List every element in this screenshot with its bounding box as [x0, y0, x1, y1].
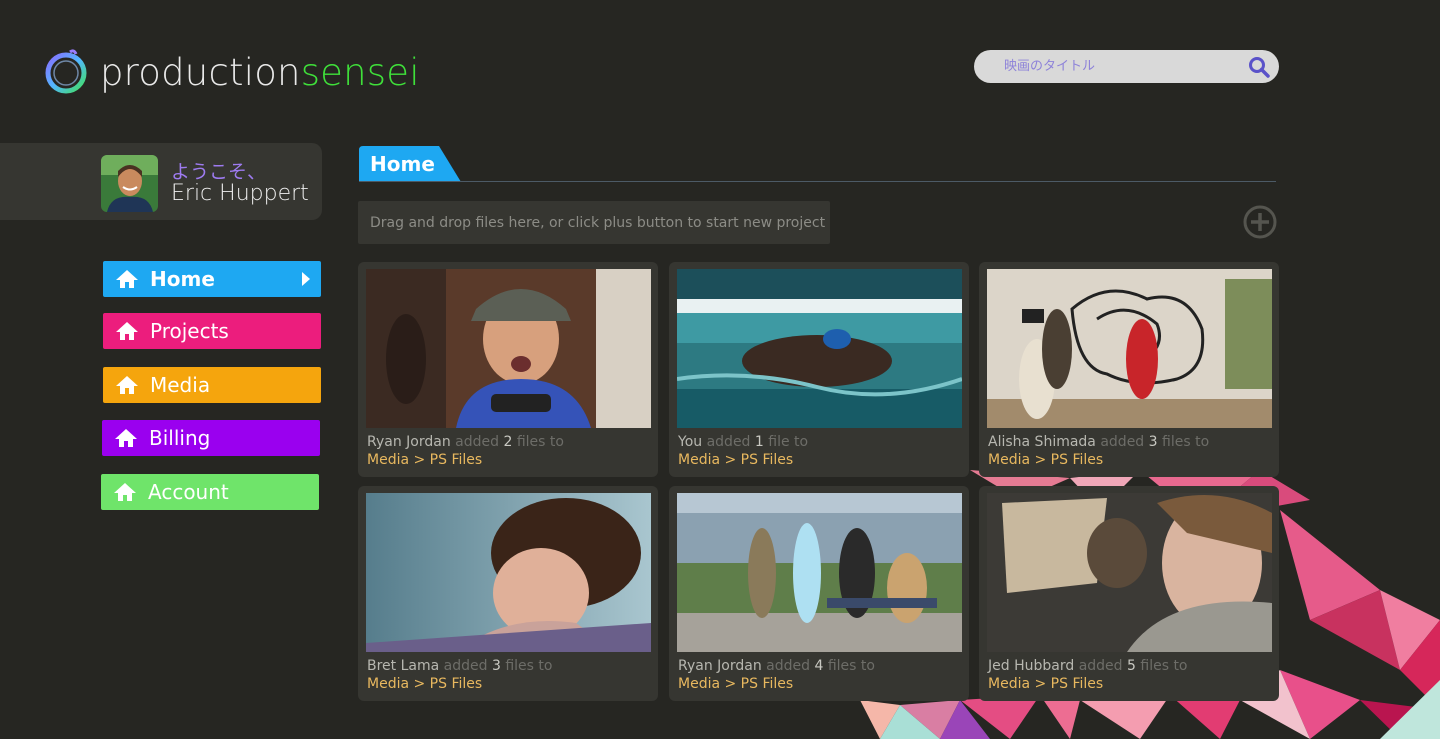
media-thumbnail — [677, 269, 962, 428]
card-added-text: added — [1100, 434, 1145, 450]
card-unit-text: files to — [1140, 658, 1188, 674]
tab-home-label: Home — [370, 152, 435, 176]
search-icon — [1249, 56, 1270, 78]
nav-label-billing: Billing — [149, 426, 211, 450]
card-path-link[interactable]: Media > PS Files — [367, 676, 482, 692]
search-input[interactable] — [974, 50, 1239, 83]
user-name: Eric Huppert — [171, 181, 309, 206]
card-file-count: 3 — [491, 658, 501, 674]
card-user: Ryan Jordan — [367, 434, 451, 450]
home-icon — [115, 429, 137, 447]
card-file-count: 1 — [754, 434, 764, 450]
nav-label-home: Home — [150, 267, 215, 291]
card-file-count: 3 — [1148, 434, 1158, 450]
card-file-count: 2 — [503, 434, 513, 450]
card-path-link[interactable]: Media > PS Files — [678, 452, 793, 468]
card-unit-text: files to — [516, 434, 564, 450]
nav-item-projects[interactable]: Projects — [103, 313, 321, 349]
card-user: Bret Lama — [367, 658, 440, 674]
card-path-link[interactable]: Media > PS Files — [988, 676, 1103, 692]
card-unit-text: files to — [827, 658, 875, 674]
brand-name-part2: sensei — [300, 50, 420, 94]
home-icon — [114, 483, 136, 501]
media-card[interactable]: Ryan Jordan added 2 files to Media > PS … — [358, 262, 658, 477]
nav-label-media: Media — [150, 373, 211, 397]
card-user: Alisha Shimada — [988, 434, 1096, 450]
card-added-text: added — [443, 658, 488, 674]
dropzone-text: Drag and drop files here, or click plus … — [370, 214, 826, 231]
home-icon — [116, 270, 138, 288]
card-user: Ryan Jordan — [678, 658, 762, 674]
card-unit-text: file to — [768, 434, 809, 450]
card-user: Jed Hubbard — [988, 658, 1075, 674]
media-thumbnail — [987, 493, 1272, 652]
card-added-text: added — [1078, 658, 1123, 674]
avatar[interactable] — [101, 155, 158, 212]
home-icon — [116, 322, 138, 340]
card-user: You — [678, 434, 703, 450]
card-added-text: added — [455, 434, 500, 450]
search-bar — [974, 50, 1279, 83]
media-thumbnail — [987, 269, 1272, 428]
brand-name-part1: production — [100, 50, 301, 94]
card-path-link[interactable]: Media > PS Files — [988, 452, 1103, 468]
logo-ring-icon — [45, 49, 87, 94]
media-thumbnail — [366, 493, 651, 652]
welcome-text: ようこそ、 — [171, 161, 267, 183]
brand-name: productionsensei — [100, 54, 420, 91]
plus-circle-icon — [1243, 205, 1277, 239]
card-file-count: 5 — [1127, 658, 1136, 674]
tab-divider — [359, 181, 1276, 182]
home-icon — [116, 376, 138, 394]
nav-item-media[interactable]: Media — [103, 367, 321, 403]
brand-logo[interactable]: productionsensei — [40, 44, 420, 100]
media-card[interactable]: Alisha Shimada added 3 files to Media > … — [979, 262, 1279, 477]
media-card[interactable]: Ryan Jordan added 4 files to Media > PS … — [669, 486, 969, 701]
media-thumbnail — [366, 269, 651, 428]
nav-item-home[interactable]: Home — [103, 261, 321, 297]
caret-right-icon — [302, 272, 310, 286]
add-project-button[interactable] — [1242, 204, 1278, 240]
nav-label-account: Account — [148, 480, 229, 504]
nav-label-projects: Projects — [150, 319, 229, 343]
card-file-count: 4 — [814, 658, 824, 674]
nav-item-billing[interactable]: Billing — [102, 420, 320, 456]
card-unit-text: files to — [505, 658, 553, 674]
dropzone[interactable]: Drag and drop files here, or click plus … — [358, 201, 830, 244]
card-added-text: added — [706, 434, 751, 450]
card-path-link[interactable]: Media > PS Files — [367, 452, 482, 468]
card-unit-text: files to — [1162, 434, 1210, 450]
media-thumbnail — [677, 493, 962, 652]
media-card[interactable]: You added 1 file to Media > PS Files — [669, 262, 969, 477]
card-added-text: added — [766, 658, 811, 674]
media-card[interactable]: Bret Lama added 3 files to Media > PS Fi… — [358, 486, 658, 701]
media-card[interactable]: Jed Hubbard added 5 files to Media > PS … — [979, 486, 1279, 701]
card-path-link[interactable]: Media > PS Files — [678, 676, 793, 692]
nav-item-account[interactable]: Account — [101, 474, 319, 510]
search-button[interactable] — [1239, 50, 1279, 83]
